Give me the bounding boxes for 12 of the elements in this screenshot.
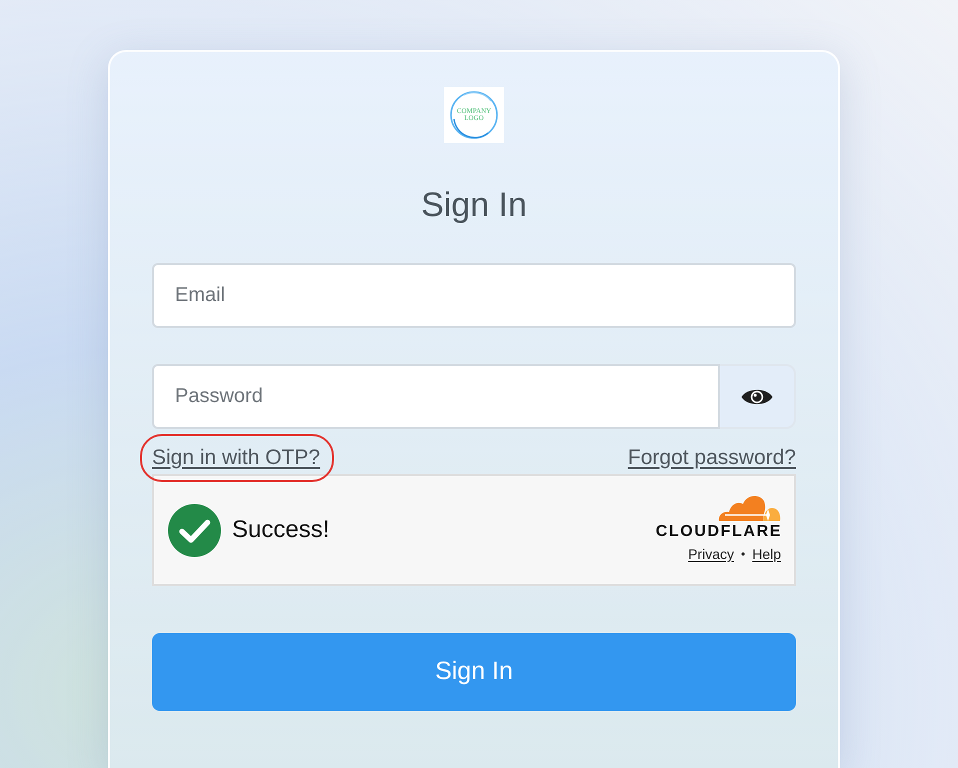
show-password-button[interactable] (720, 364, 796, 429)
password-field[interactable]: Password (152, 364, 720, 429)
status-message: Success! (232, 515, 330, 545)
otp-sign-in-link[interactable]: Sign in with OTP? (152, 446, 320, 468)
cloudflare-wordmark: CLOUDFLARE (656, 522, 782, 540)
forgot-password-link[interactable]: Forgot password? (628, 446, 796, 468)
separator-dot: • (741, 546, 746, 562)
help-link[interactable]: Help (752, 546, 781, 562)
privacy-link[interactable]: Privacy (688, 546, 734, 562)
page-title: Sign In (420, 185, 528, 226)
email-field[interactable]: Email (152, 263, 796, 328)
sign-in-button[interactable]: Sign In (152, 633, 796, 711)
